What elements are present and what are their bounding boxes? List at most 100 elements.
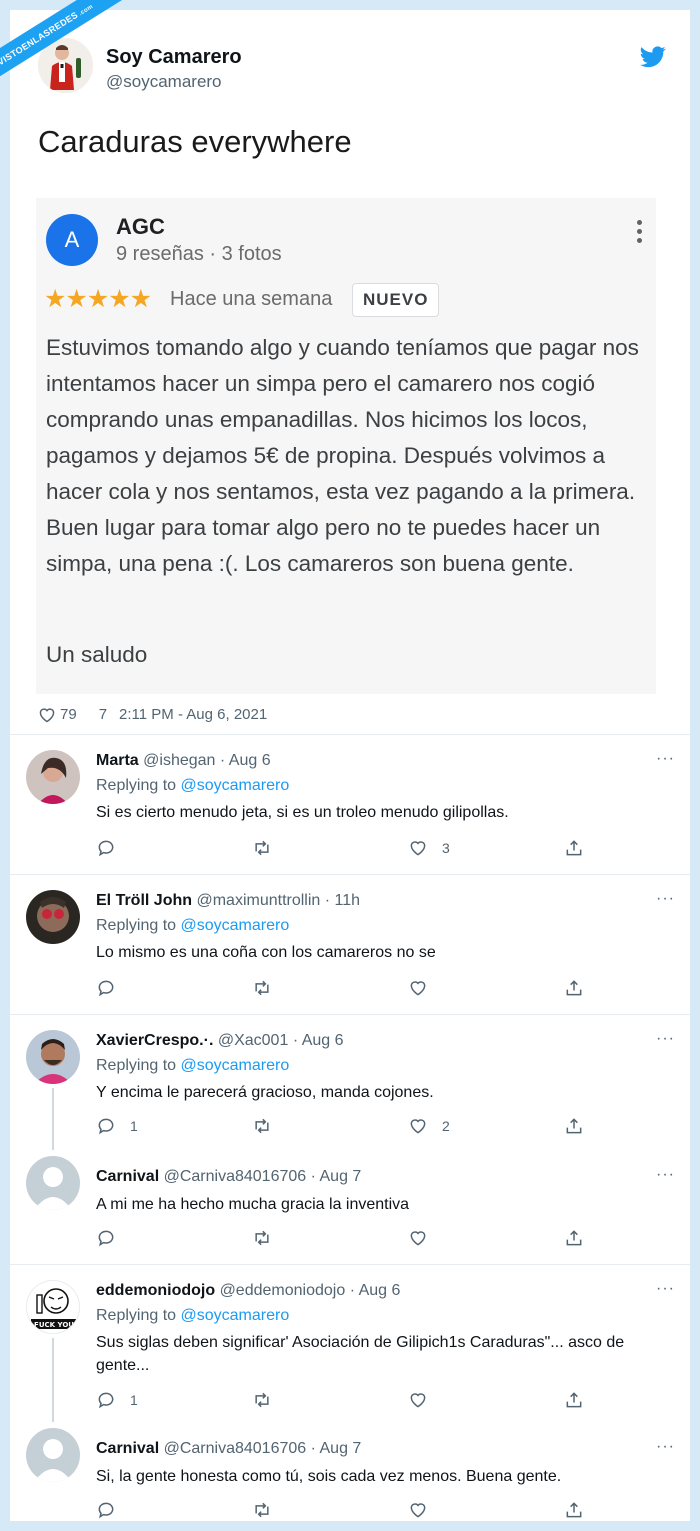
reply-text: A mi me ha hecho mucha gracia la inventi…: [96, 1196, 410, 1213]
retweet-icon: [255, 980, 269, 996]
reply-action[interactable]: 1: [96, 1390, 138, 1410]
share-icon: [566, 840, 582, 856]
tweet-header: Soy Camarero @soycamarero: [38, 38, 668, 100]
replying-to-link[interactable]: @soycamarero: [181, 1307, 290, 1324]
retweet-icon: [255, 840, 269, 856]
retweet-icon: [255, 1118, 269, 1134]
reply-tweet[interactable]: Marta @ishegan · Aug 6 ··· Replying to @…: [10, 734, 690, 874]
reply-text: Si, la gente honesta como tú, sois cada …: [96, 1468, 562, 1485]
replying-to-label: Replying to: [96, 1057, 177, 1074]
reply-time[interactable]: · Aug 7: [311, 1168, 362, 1185]
reply-header: eddemoniodojo @eddemoniodojo · Aug 6: [96, 1282, 400, 1300]
reply-avatar[interactable]: [26, 890, 80, 944]
reply-avatar[interactable]: [26, 750, 80, 804]
avatar-caption: FUCK YOU: [34, 1321, 74, 1329]
share-icon: [566, 1502, 582, 1518]
new-badge: NUEVO: [352, 283, 440, 317]
share-action[interactable]: [564, 978, 584, 998]
reply-avatar[interactable]: [26, 1030, 80, 1084]
star-rating: ★★★★★: [44, 285, 152, 313]
replying-to-link[interactable]: @soycamarero: [181, 777, 290, 794]
more-options-icon[interactable]: ···: [656, 1438, 675, 1456]
reply-action[interactable]: [96, 978, 130, 998]
share-action[interactable]: [564, 1390, 584, 1410]
like-action[interactable]: [408, 1390, 442, 1410]
author-name[interactable]: Soy Camarero: [106, 46, 242, 69]
share-action[interactable]: [564, 1228, 584, 1248]
reply-avatar[interactable]: FUCK YOU: [26, 1280, 80, 1334]
like-action[interactable]: [408, 978, 442, 998]
reply-author-handle[interactable]: @Carniva84016706: [164, 1440, 307, 1457]
twitter-bird-icon[interactable]: [640, 46, 666, 68]
heart-icon: [410, 841, 426, 856]
reply-time[interactable]: · Aug 6: [220, 752, 271, 769]
reply-action[interactable]: [96, 838, 130, 858]
reply-author-handle[interactable]: @Carniva84016706: [164, 1168, 307, 1185]
like-action[interactable]: 3: [408, 838, 450, 858]
reply-tweet[interactable]: XavierCrespo.·. @Xac001 · Aug 6 ··· Repl…: [10, 1014, 690, 1150]
reply-time[interactable]: · Aug 6: [350, 1282, 401, 1299]
retweet-action[interactable]: [252, 1500, 286, 1520]
reply-time[interactable]: · Aug 6: [293, 1032, 344, 1049]
more-options-icon[interactable]: ···: [656, 1280, 675, 1298]
reply-author-name[interactable]: El Tröll John: [96, 892, 192, 909]
reply-action[interactable]: 1: [96, 1116, 138, 1136]
reply-tweet[interactable]: FUCK YOU eddemoniodojo @eddemoniodojo · …: [10, 1264, 690, 1422]
more-options-icon[interactable]: ···: [656, 750, 675, 768]
like-action[interactable]: [408, 1228, 442, 1248]
reply-text: Si es cierto menudo jeta, si es un trole…: [96, 804, 509, 821]
more-vert-icon: [634, 220, 644, 250]
reply-action[interactable]: [96, 1500, 130, 1520]
replying-to: Replying to @soycamarero: [96, 1057, 289, 1075]
reply-author-name[interactable]: XavierCrespo.·.: [96, 1032, 213, 1049]
reply-avatar[interactable]: [26, 1156, 80, 1210]
author-handle[interactable]: @soycamarero: [106, 72, 222, 92]
like-action[interactable]: [408, 1500, 442, 1520]
reviewer-meta: 9 reseñas · 3 fotos: [116, 243, 282, 265]
reply-tweet[interactable]: El Tröll John @maximunttrollin · 11h ···…: [10, 874, 690, 1014]
reply-avatar[interactable]: [26, 1428, 80, 1482]
retweet-action[interactable]: [252, 1228, 286, 1248]
replying-to-link[interactable]: @soycamarero: [181, 1057, 290, 1074]
share-action[interactable]: [564, 838, 584, 858]
heart-icon[interactable]: [38, 707, 56, 723]
share-icon: [566, 1118, 582, 1134]
replying-to-link[interactable]: @soycamarero: [181, 917, 290, 934]
reply-tweet[interactable]: Carnival @Carniva84016706 · Aug 7 ··· A …: [10, 1150, 690, 1264]
review-signoff: Un saludo: [46, 642, 148, 667]
reply-author-handle[interactable]: @eddemoniodojo: [220, 1282, 346, 1299]
review-screenshot: A AGC 9 reseñas · 3 fotos ★★★★★ Hace una…: [36, 198, 656, 694]
replying-to: Replying to @soycamarero: [96, 917, 289, 935]
reply-time[interactable]: · Aug 7: [311, 1440, 362, 1457]
reply-tweet[interactable]: Carnival @Carniva84016706 · Aug 7 ··· Si…: [10, 1422, 690, 1521]
reply-author-name[interactable]: Carnival: [96, 1440, 159, 1457]
review-date: Hace una semana: [170, 288, 333, 310]
reply-author-handle[interactable]: @ishegan: [143, 752, 215, 769]
retweet-action[interactable]: [252, 1390, 286, 1410]
reply-author-name[interactable]: Marta: [96, 752, 139, 769]
retweet-action[interactable]: [252, 838, 286, 858]
reply-icon: [98, 840, 114, 857]
share-action[interactable]: [564, 1116, 584, 1136]
tweet-timestamp[interactable]: 2:11 PM - Aug 6, 2021: [119, 706, 267, 723]
reply-author-handle[interactable]: @maximunttrollin: [196, 892, 320, 909]
reply-text: Sus siglas deben significar' Asociación …: [96, 1334, 625, 1374]
like-action[interactable]: 2: [408, 1116, 450, 1136]
share-action[interactable]: [564, 1500, 584, 1520]
like-count: 2: [442, 1118, 450, 1134]
heart-icon: [410, 1393, 426, 1408]
more-options-icon[interactable]: ···: [656, 1166, 675, 1184]
reply-author-handle[interactable]: @Xac001: [218, 1032, 289, 1049]
reply-action[interactable]: [96, 1228, 130, 1248]
like-count: 3: [442, 840, 450, 856]
retweet-action[interactable]: [252, 1116, 286, 1136]
review-body: Estuvimos tomando algo y cuando teníamos…: [46, 335, 639, 576]
reply-author-name[interactable]: eddemoniodojo: [96, 1282, 215, 1299]
retweet-action[interactable]: [252, 978, 286, 998]
more-options-icon[interactable]: ···: [656, 1030, 675, 1048]
reply-author-name[interactable]: Carnival: [96, 1168, 159, 1185]
more-options-icon[interactable]: ···: [656, 890, 675, 908]
reply-time[interactable]: · 11h: [325, 892, 360, 909]
reply-text: Y encima le parecerá gracioso, manda coj…: [96, 1084, 434, 1101]
reviewer-name: AGC: [116, 214, 165, 239]
